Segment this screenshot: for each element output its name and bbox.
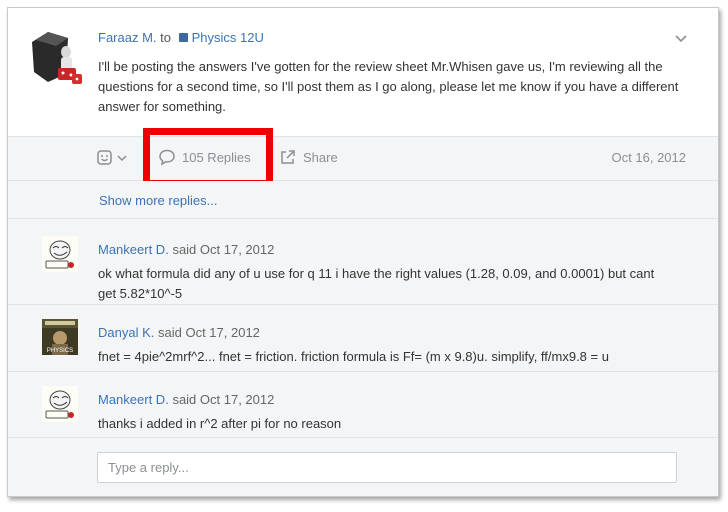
post-actions-bar: 105 Replies Share Oct 16, 2012 <box>8 136 718 181</box>
react-button[interactable] <box>96 148 132 168</box>
dice-avatar-icon[interactable] <box>26 28 86 86</box>
post-date: Oct 16, 2012 <box>611 150 686 165</box>
divider <box>8 437 718 438</box>
post: Faraaz M. to Physics 12U I'll be posting… <box>8 8 718 136</box>
share-label: Share <box>303 150 338 165</box>
chevron-down-icon[interactable] <box>674 32 688 46</box>
reply-item: Mankeert D. said Oct 17, 2012 thanks i a… <box>8 371 718 437</box>
post-author-link[interactable]: Faraaz M. <box>98 30 157 45</box>
post-body: I'll be posting the answers I've gotten … <box>98 59 679 114</box>
post-card: Faraaz M. to Physics 12U I'll be posting… <box>7 7 719 497</box>
share-arrow-icon <box>281 150 295 164</box>
reply-author-link[interactable]: Mankeert D. <box>98 242 169 257</box>
share-button[interactable]: Share <box>279 148 338 168</box>
replies-area: Show more replies... Mankeert D. said Oc… <box>8 181 718 496</box>
reply-meta: said Oct 17, 2012 <box>158 325 260 340</box>
chevron-down-icon <box>117 155 127 162</box>
troll-face-avatar-icon[interactable] <box>42 236 78 272</box>
reply-header: Mankeert D. said Oct 17, 2012 <box>98 392 274 407</box>
reply-author-link[interactable]: Mankeert D. <box>98 392 169 407</box>
reply-author-link[interactable]: Danyal K. <box>98 325 154 340</box>
physics-avatar-icon[interactable]: PHYSICS <box>42 319 78 355</box>
reply-input[interactable] <box>97 452 677 483</box>
reply-text: fnet = 4pie^2mrf^2... fnet = friction. f… <box>98 349 609 364</box>
reply-meta: said Oct 17, 2012 <box>172 392 275 407</box>
to-word: to <box>160 30 171 45</box>
smiley-icon <box>97 150 127 165</box>
reply-text: thanks i added in r^2 after pi for no re… <box>98 416 342 431</box>
troll-face-avatar-icon[interactable] <box>42 386 78 422</box>
reply-header: Mankeert D. said Oct 17, 2012 <box>98 242 274 257</box>
post-header: Faraaz M. to Physics 12U <box>98 30 264 45</box>
group-color-icon <box>178 33 188 42</box>
reply-text: ok what formula did any of u use for q 1… <box>98 266 655 301</box>
reply-item: Mankeert D. said Oct 17, 2012 ok what fo… <box>8 218 718 304</box>
reply-item: PHYSICS Danyal K. said Oct 17, 2012 fnet… <box>8 304 718 371</box>
reply-meta: said Oct 17, 2012 <box>172 242 275 257</box>
reply-header: Danyal K. said Oct 17, 2012 <box>98 325 260 340</box>
group-link[interactable]: Physics 12U <box>192 30 264 45</box>
avatar-caption: PHYSICS <box>47 348 73 354</box>
show-more-replies-link[interactable]: Show more replies... <box>99 193 218 208</box>
replies-highlight-box <box>143 128 273 187</box>
